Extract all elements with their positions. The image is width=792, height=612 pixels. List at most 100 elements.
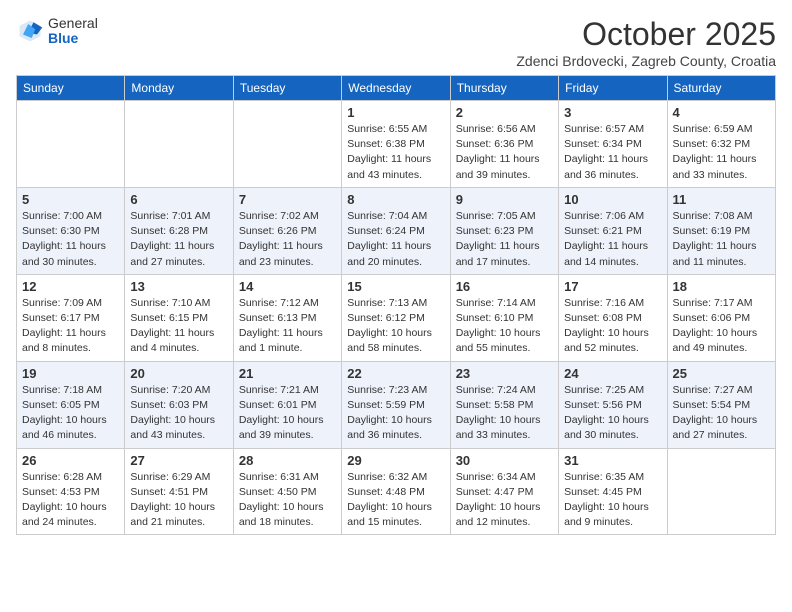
day-number: 15 xyxy=(347,279,444,294)
calendar-table: SundayMondayTuesdayWednesdayThursdayFrid… xyxy=(16,75,776,535)
calendar-cell: 2 Sunrise: 6:56 AM Sunset: 6:36 PM Daylig… xyxy=(450,101,558,188)
page-header: General Blue October 2025 Zdenci Brdovec… xyxy=(16,16,776,69)
day-info: Sunrise: 6:57 AM Sunset: 6:34 PM Dayligh… xyxy=(564,122,661,183)
logo-general-text: General xyxy=(48,16,98,31)
day-number: 28 xyxy=(239,453,336,468)
calendar-cell: 31 Sunrise: 6:35 AM Sunset: 4:45 PM Dayli… xyxy=(559,448,667,535)
day-info: Sunrise: 6:59 AM Sunset: 6:32 PM Dayligh… xyxy=(673,122,770,183)
day-info: Sunrise: 7:08 AM Sunset: 6:19 PM Dayligh… xyxy=(673,209,770,270)
day-info: Sunrise: 7:21 AM Sunset: 6:01 PM Dayligh… xyxy=(239,383,336,444)
calendar-week-row: 19 Sunrise: 7:18 AM Sunset: 6:05 PM Dayli… xyxy=(17,361,776,448)
day-info: Sunrise: 7:17 AM Sunset: 6:06 PM Dayligh… xyxy=(673,296,770,357)
month-title: October 2025 xyxy=(516,16,776,53)
calendar-cell: 6 Sunrise: 7:01 AM Sunset: 6:28 PM Daylig… xyxy=(125,187,233,274)
calendar-cell: 24Sunrise: 7:25 AM Sunset: 5:56 PM Dayli… xyxy=(559,361,667,448)
day-info: Sunrise: 6:32 AM Sunset: 4:48 PM Dayligh… xyxy=(347,470,444,531)
day-info: Sunrise: 7:20 AM Sunset: 6:03 PM Dayligh… xyxy=(130,383,227,444)
calendar-cell: 14 Sunrise: 7:12 AM Sunset: 6:13 PM Dayli… xyxy=(233,274,341,361)
calendar-cell: 26 Sunrise: 6:28 AM Sunset: 4:53 PM Dayli… xyxy=(17,448,125,535)
calendar-cell xyxy=(667,448,775,535)
calendar-cell: 29 Sunrise: 6:32 AM Sunset: 4:48 PM Dayli… xyxy=(342,448,450,535)
calendar-cell xyxy=(125,101,233,188)
day-info: Sunrise: 7:25 AM Sunset: 5:56 PM Dayligh… xyxy=(564,383,661,444)
day-number: 17 xyxy=(564,279,661,294)
calendar-cell: 18 Sunrise: 7:17 AM Sunset: 6:06 PM Dayli… xyxy=(667,274,775,361)
day-number: 16 xyxy=(456,279,553,294)
weekday-header-thursday: Thursday xyxy=(450,76,558,101)
day-number: 6 xyxy=(130,192,227,207)
day-number: 30 xyxy=(456,453,553,468)
calendar-week-row: 1Sunrise: 6:55 AM Sunset: 6:38 PM Daylig… xyxy=(17,101,776,188)
calendar-cell: 19 Sunrise: 7:18 AM Sunset: 6:05 PM Dayli… xyxy=(17,361,125,448)
day-number: 13 xyxy=(130,279,227,294)
day-number: 4 xyxy=(673,105,770,120)
day-info: Sunrise: 7:12 AM Sunset: 6:13 PM Dayligh… xyxy=(239,296,336,357)
calendar-cell: 23 Sunrise: 7:24 AM Sunset: 5:58 PM Dayli… xyxy=(450,361,558,448)
day-info: Sunrise: 7:24 AM Sunset: 5:58 PM Dayligh… xyxy=(456,383,553,444)
calendar-cell: 12Sunrise: 7:09 AM Sunset: 6:17 PM Dayli… xyxy=(17,274,125,361)
calendar-week-row: 5Sunrise: 7:00 AM Sunset: 6:30 PM Daylig… xyxy=(17,187,776,274)
calendar-cell: 3Sunrise: 6:57 AM Sunset: 6:34 PM Daylig… xyxy=(559,101,667,188)
day-number: 26 xyxy=(22,453,119,468)
day-info: Sunrise: 7:01 AM Sunset: 6:28 PM Dayligh… xyxy=(130,209,227,270)
day-number: 9 xyxy=(456,192,553,207)
calendar-cell: 13 Sunrise: 7:10 AM Sunset: 6:15 PM Dayli… xyxy=(125,274,233,361)
day-info: Sunrise: 7:23 AM Sunset: 5:59 PM Dayligh… xyxy=(347,383,444,444)
weekday-header-saturday: Saturday xyxy=(667,76,775,101)
day-number: 22 xyxy=(347,366,444,381)
weekday-header-sunday: Sunday xyxy=(17,76,125,101)
calendar-cell: 7 Sunrise: 7:02 AM Sunset: 6:26 PM Daylig… xyxy=(233,187,341,274)
day-number: 23 xyxy=(456,366,553,381)
day-info: Sunrise: 7:06 AM Sunset: 6:21 PM Dayligh… xyxy=(564,209,661,270)
day-info: Sunrise: 7:18 AM Sunset: 6:05 PM Dayligh… xyxy=(22,383,119,444)
day-info: Sunrise: 6:56 AM Sunset: 6:36 PM Dayligh… xyxy=(456,122,553,183)
day-info: Sunrise: 7:09 AM Sunset: 6:17 PM Dayligh… xyxy=(22,296,119,357)
day-info: Sunrise: 6:55 AM Sunset: 6:38 PM Dayligh… xyxy=(347,122,444,183)
day-info: Sunrise: 7:16 AM Sunset: 6:08 PM Dayligh… xyxy=(564,296,661,357)
day-info: Sunrise: 7:05 AM Sunset: 6:23 PM Dayligh… xyxy=(456,209,553,270)
day-info: Sunrise: 7:27 AM Sunset: 5:54 PM Dayligh… xyxy=(673,383,770,444)
calendar-cell: 10Sunrise: 7:06 AM Sunset: 6:21 PM Dayli… xyxy=(559,187,667,274)
day-number: 2 xyxy=(456,105,553,120)
location-subtitle: Zdenci Brdovecki, Zagreb County, Croatia xyxy=(516,53,776,69)
day-info: Sunrise: 7:10 AM Sunset: 6:15 PM Dayligh… xyxy=(130,296,227,357)
day-number: 11 xyxy=(673,192,770,207)
calendar-cell: 30Sunrise: 6:34 AM Sunset: 4:47 PM Dayli… xyxy=(450,448,558,535)
day-number: 21 xyxy=(239,366,336,381)
day-number: 14 xyxy=(239,279,336,294)
weekday-header-tuesday: Tuesday xyxy=(233,76,341,101)
calendar-week-row: 26 Sunrise: 6:28 AM Sunset: 4:53 PM Dayli… xyxy=(17,448,776,535)
day-number: 18 xyxy=(673,279,770,294)
calendar-cell: 5Sunrise: 7:00 AM Sunset: 6:30 PM Daylig… xyxy=(17,187,125,274)
day-info: Sunrise: 7:02 AM Sunset: 6:26 PM Dayligh… xyxy=(239,209,336,270)
day-number: 29 xyxy=(347,453,444,468)
title-block: October 2025 Zdenci Brdovecki, Zagreb Co… xyxy=(516,16,776,69)
calendar-cell: 15 Sunrise: 7:13 AM Sunset: 6:12 PM Dayli… xyxy=(342,274,450,361)
calendar-cell: 22 Sunrise: 7:23 AM Sunset: 5:59 PM Dayli… xyxy=(342,361,450,448)
calendar-cell xyxy=(17,101,125,188)
logo-icon xyxy=(16,17,44,45)
calendar-cell: 25Sunrise: 7:27 AM Sunset: 5:54 PM Dayli… xyxy=(667,361,775,448)
calendar-cell: 28 Sunrise: 6:31 AM Sunset: 4:50 PM Dayli… xyxy=(233,448,341,535)
calendar-cell: 9 Sunrise: 7:05 AM Sunset: 6:23 PM Daylig… xyxy=(450,187,558,274)
weekday-header-row: SundayMondayTuesdayWednesdayThursdayFrid… xyxy=(17,76,776,101)
calendar-cell: 11 Sunrise: 7:08 AM Sunset: 6:19 PM Dayli… xyxy=(667,187,775,274)
day-number: 7 xyxy=(239,192,336,207)
calendar-week-row: 12Sunrise: 7:09 AM Sunset: 6:17 PM Dayli… xyxy=(17,274,776,361)
day-info: Sunrise: 6:31 AM Sunset: 4:50 PM Dayligh… xyxy=(239,470,336,531)
weekday-header-wednesday: Wednesday xyxy=(342,76,450,101)
day-info: Sunrise: 6:28 AM Sunset: 4:53 PM Dayligh… xyxy=(22,470,119,531)
day-number: 31 xyxy=(564,453,661,468)
day-info: Sunrise: 7:00 AM Sunset: 6:30 PM Dayligh… xyxy=(22,209,119,270)
calendar-cell: 1Sunrise: 6:55 AM Sunset: 6:38 PM Daylig… xyxy=(342,101,450,188)
day-number: 20 xyxy=(130,366,227,381)
day-info: Sunrise: 7:14 AM Sunset: 6:10 PM Dayligh… xyxy=(456,296,553,357)
day-info: Sunrise: 7:04 AM Sunset: 6:24 PM Dayligh… xyxy=(347,209,444,270)
logo-blue-text: Blue xyxy=(48,31,98,46)
day-info: Sunrise: 7:13 AM Sunset: 6:12 PM Dayligh… xyxy=(347,296,444,357)
weekday-header-friday: Friday xyxy=(559,76,667,101)
day-info: Sunrise: 6:35 AM Sunset: 4:45 PM Dayligh… xyxy=(564,470,661,531)
day-number: 19 xyxy=(22,366,119,381)
calendar-cell: 20 Sunrise: 7:20 AM Sunset: 6:03 PM Dayli… xyxy=(125,361,233,448)
logo-text: General Blue xyxy=(48,16,98,47)
